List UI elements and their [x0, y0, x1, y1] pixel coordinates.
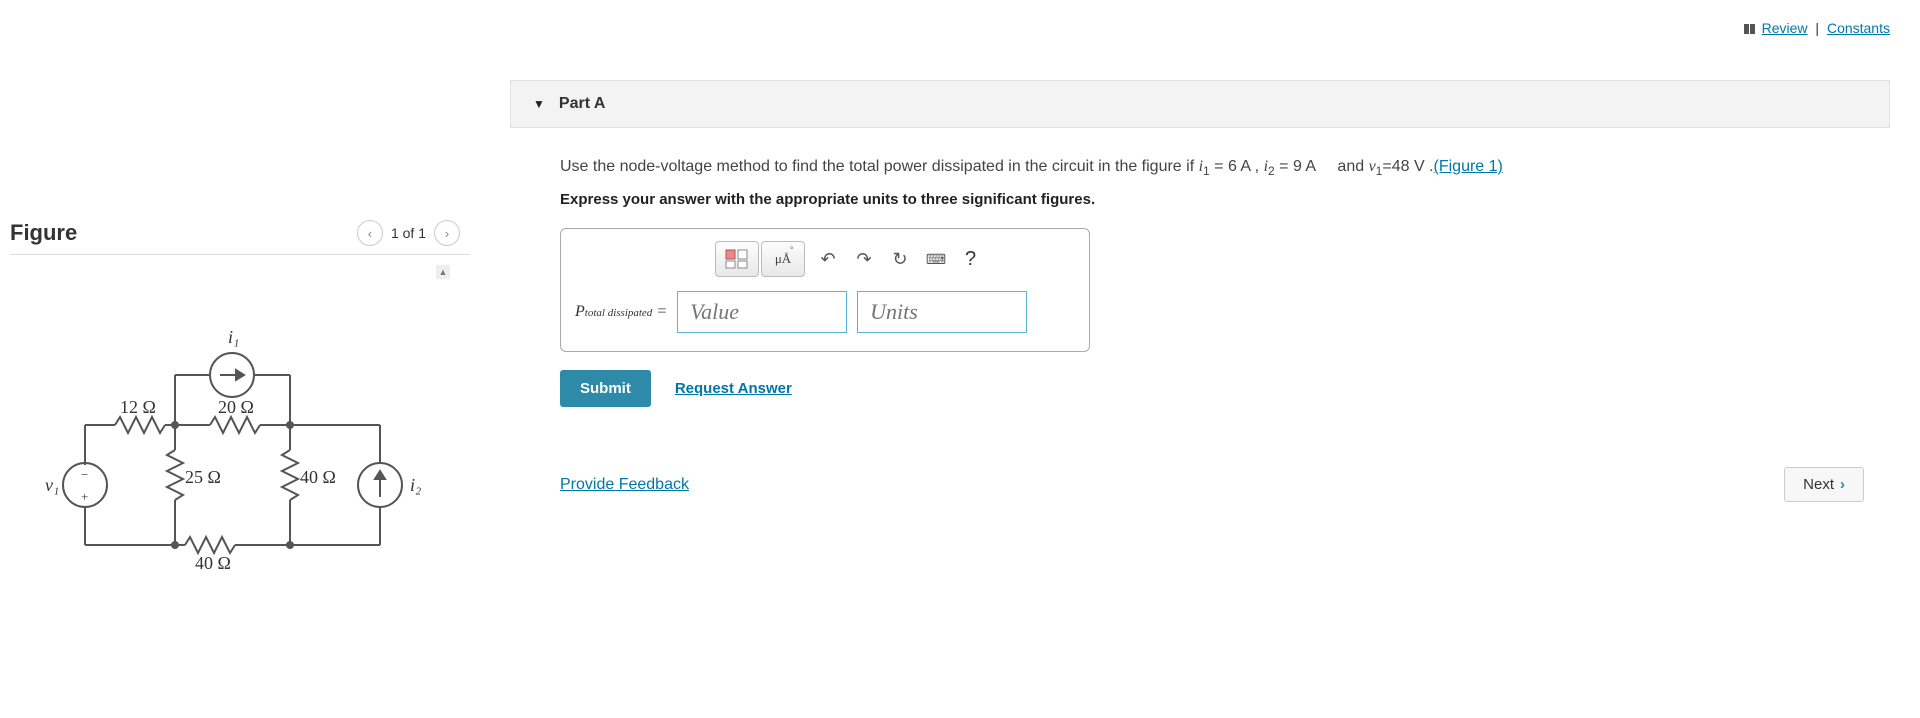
part-header[interactable]: ▼ Part A	[510, 80, 1890, 128]
label-v1: v₁	[45, 475, 59, 495]
chevron-right-icon: ›	[1840, 476, 1845, 493]
label-r25: 25 Ω	[185, 467, 221, 487]
redo-icon[interactable]: ↷	[851, 246, 877, 272]
label-i1: i₁	[228, 327, 239, 347]
instruction-text: Express your answer with the appropriate…	[560, 191, 1868, 208]
label-r40b: 40 Ω	[195, 553, 231, 573]
figure-title: Figure	[10, 220, 77, 246]
help-icon[interactable]: ?	[959, 248, 982, 271]
label-r40a: 40 Ω	[300, 467, 336, 487]
top-links: Review | Constants	[1744, 20, 1890, 37]
question-text: Use the node-voltage method to find the …	[560, 154, 1868, 181]
svg-text:+: +	[81, 489, 88, 504]
figure-nav-label: 1 of 1	[391, 225, 426, 241]
part-title: Part A	[559, 95, 606, 113]
label-r12: 12 Ω	[120, 397, 156, 417]
scroll-up-icon[interactable]: ▲	[436, 265, 450, 279]
constants-link[interactable]: Constants	[1827, 20, 1890, 36]
figure-next-button[interactable]: ›	[434, 220, 460, 246]
figure-link[interactable]: (Figure 1)	[1434, 158, 1503, 175]
svg-text:−: −	[81, 467, 88, 482]
review-icon	[1744, 21, 1756, 37]
collapse-icon: ▼	[533, 97, 545, 111]
circuit-diagram: i₁ i₂ v₁ 12 Ω 20 Ω 25 Ω 40 Ω 40 Ω − +	[10, 265, 430, 605]
units-button[interactable]: μÅ°	[761, 241, 805, 277]
templates-button[interactable]	[715, 241, 759, 277]
undo-icon[interactable]: ↶	[815, 246, 841, 272]
figure-viewport[interactable]: ▲	[10, 265, 450, 625]
provide-feedback-link[interactable]: Provide Feedback	[560, 476, 689, 494]
label-r20: 20 Ω	[218, 397, 254, 417]
submit-button[interactable]: Submit	[560, 370, 651, 407]
value-input[interactable]	[677, 291, 847, 333]
label-i2: i₂	[410, 475, 421, 495]
reset-icon[interactable]: ↻	[887, 246, 913, 272]
units-input[interactable]	[857, 291, 1027, 333]
review-link[interactable]: Review	[1762, 20, 1808, 36]
answer-area: μÅ° ↶ ↷ ↻ ⌨ ? Ptotal dissipated =	[560, 228, 1090, 352]
keyboard-icon[interactable]: ⌨	[923, 246, 949, 272]
figure-prev-button[interactable]: ‹	[357, 220, 383, 246]
answer-label: Ptotal dissipated =	[575, 303, 667, 321]
request-answer-link[interactable]: Request Answer	[675, 380, 792, 397]
next-button[interactable]: Next›	[1784, 467, 1864, 502]
